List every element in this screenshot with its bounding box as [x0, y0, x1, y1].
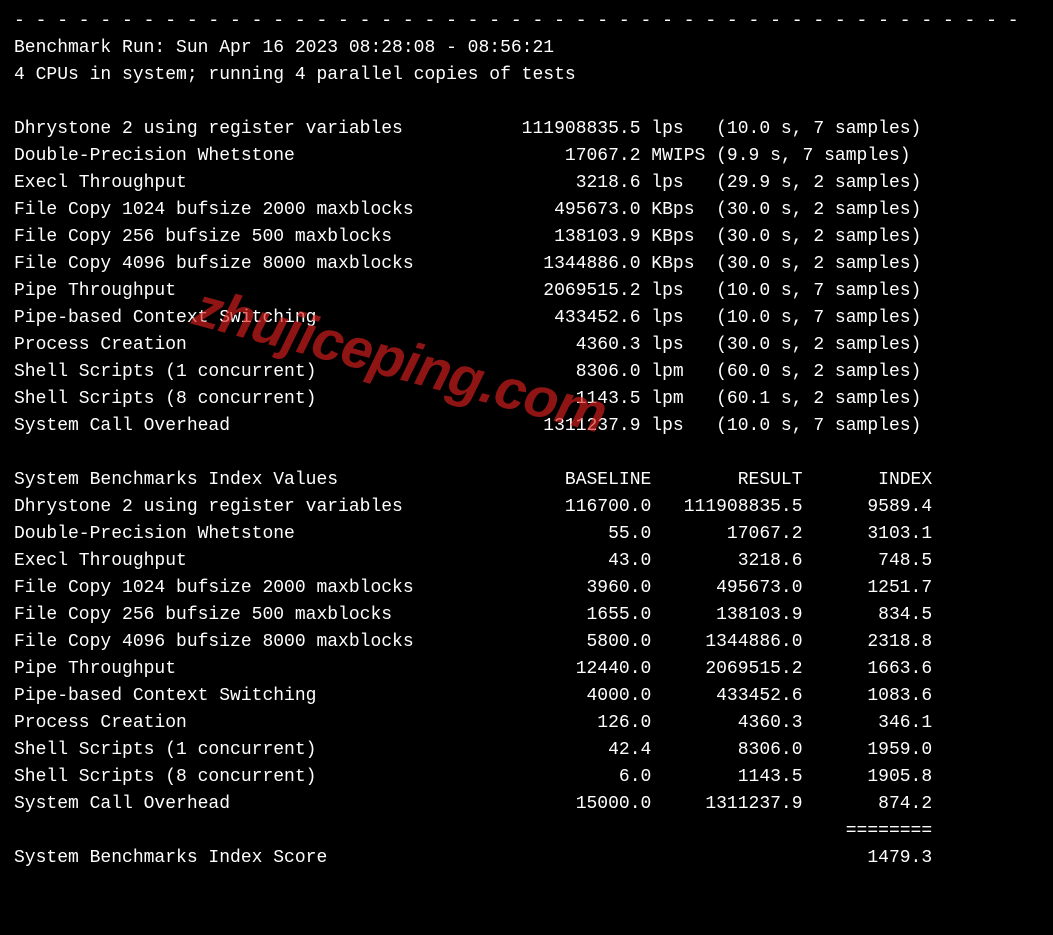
- index-row: Process Creation 126.0 4360.3 346.1: [14, 710, 1045, 737]
- test-row: File Copy 256 bufsize 500 maxblocks 1381…: [14, 224, 1045, 251]
- index-header: System Benchmarks Index Values BASELINE …: [14, 467, 1045, 494]
- index-row: File Copy 1024 bufsize 2000 maxblocks 39…: [14, 575, 1045, 602]
- cpu-info: 4 CPUs in system; running 4 parallel cop…: [14, 62, 1045, 89]
- test-row: System Call Overhead 1311237.9 lps (10.0…: [14, 413, 1045, 440]
- test-row: File Copy 1024 bufsize 2000 maxblocks 49…: [14, 197, 1045, 224]
- test-row: Shell Scripts (1 concurrent) 8306.0 lpm …: [14, 359, 1045, 386]
- index-row: Shell Scripts (8 concurrent) 6.0 1143.5 …: [14, 764, 1045, 791]
- test-row: Pipe-based Context Switching 433452.6 lp…: [14, 305, 1045, 332]
- test-row: File Copy 4096 bufsize 8000 maxblocks 13…: [14, 251, 1045, 278]
- divider-line: - - - - - - - - - - - - - - - - - - - - …: [14, 8, 1045, 35]
- blank-line: [14, 89, 1045, 116]
- index-row: Double-Precision Whetstone 55.0 17067.2 …: [14, 521, 1045, 548]
- index-row: Dhrystone 2 using register variables 116…: [14, 494, 1045, 521]
- benchmark-tests-block: Dhrystone 2 using register variables 111…: [14, 116, 1045, 440]
- score-divider: ========: [14, 818, 1045, 845]
- test-row: Execl Throughput 3218.6 lps (29.9 s, 2 s…: [14, 170, 1045, 197]
- test-row: Dhrystone 2 using register variables 111…: [14, 116, 1045, 143]
- index-row: File Copy 256 bufsize 500 maxblocks 1655…: [14, 602, 1045, 629]
- index-row: Pipe-based Context Switching 4000.0 4334…: [14, 683, 1045, 710]
- index-row: Shell Scripts (1 concurrent) 42.4 8306.0…: [14, 737, 1045, 764]
- index-row: Execl Throughput 43.0 3218.6 748.5: [14, 548, 1045, 575]
- test-row: Shell Scripts (8 concurrent) 1143.5 lpm …: [14, 386, 1045, 413]
- benchmark-run-info: Benchmark Run: Sun Apr 16 2023 08:28:08 …: [14, 35, 1045, 62]
- blank-line: [14, 440, 1045, 467]
- test-row: Double-Precision Whetstone 17067.2 MWIPS…: [14, 143, 1045, 170]
- benchmark-index-block: Dhrystone 2 using register variables 116…: [14, 494, 1045, 818]
- test-row: Process Creation 4360.3 lps (30.0 s, 2 s…: [14, 332, 1045, 359]
- index-score: System Benchmarks Index Score 1479.3: [14, 845, 1045, 872]
- index-row: File Copy 4096 bufsize 8000 maxblocks 58…: [14, 629, 1045, 656]
- index-row: Pipe Throughput 12440.0 2069515.2 1663.6: [14, 656, 1045, 683]
- index-row: System Call Overhead 15000.0 1311237.9 8…: [14, 791, 1045, 818]
- test-row: Pipe Throughput 2069515.2 lps (10.0 s, 7…: [14, 278, 1045, 305]
